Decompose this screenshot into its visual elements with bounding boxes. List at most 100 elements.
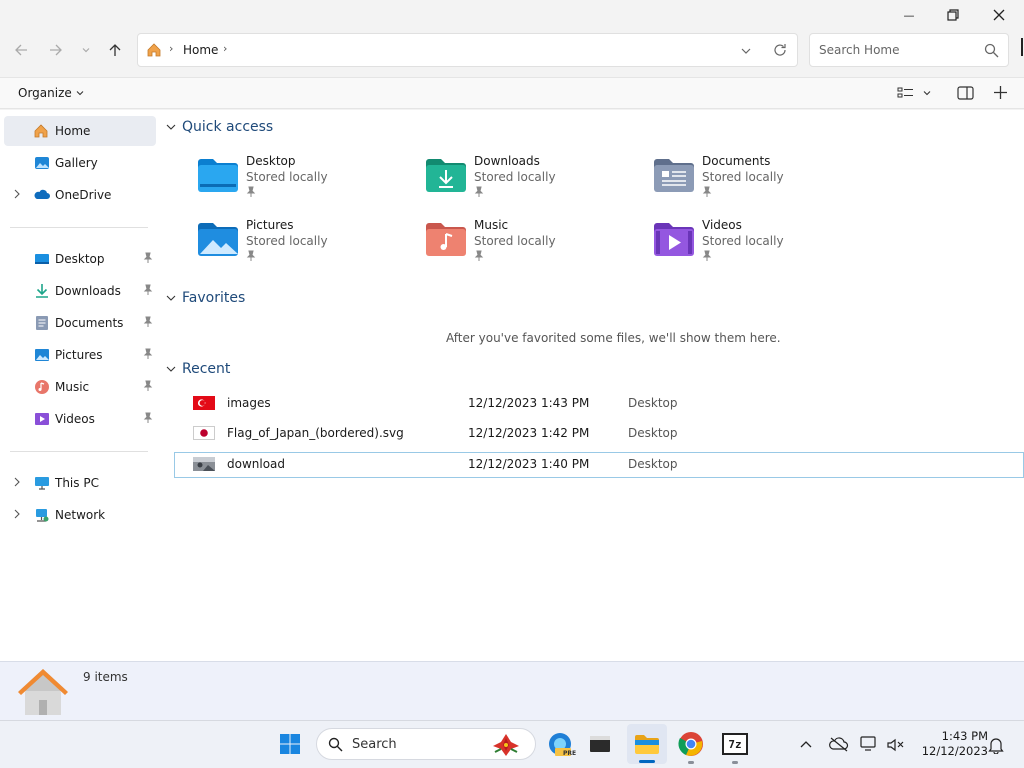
pc-icon [35,477,49,490]
sidebar-item-network[interactable]: Network [4,500,156,530]
arrow-right-icon [50,44,62,56]
quick-access-desktop[interactable]: Desktop Stored locally [196,154,416,212]
sidebar-item-home[interactable]: Home [4,116,156,146]
quick-access-pictures[interactable]: Pictures Stored locally [196,218,416,276]
onedrive-sync-icon[interactable] [829,736,849,752]
network-status-icon[interactable] [860,735,880,753]
recent-row-selected[interactable]: download 12/12/2023 1:40 PM Desktop [174,452,1024,478]
view-button[interactable] [897,85,931,101]
forward-button[interactable] [42,36,70,64]
home-icon [18,669,68,715]
sidebar-item-onedrive[interactable]: OneDrive [4,180,156,210]
favorites-header[interactable]: Favorites [166,290,245,306]
chrome-app[interactable] [671,724,711,764]
details-pane-icon[interactable] [957,86,974,100]
sidebar-item-label: Home [55,124,91,138]
sidebar-item-gallery[interactable]: Gallery [4,148,156,178]
search-box[interactable]: Search Home [809,33,1009,67]
volume-muted-icon[interactable] [886,737,904,753]
recent-row[interactable]: images 12/12/2023 1:43 PM Desktop [174,391,1024,417]
breadcrumb-chevron-icon[interactable]: › [223,42,227,55]
section-title: Recent [182,361,231,377]
organize-button[interactable]: Organize [18,86,84,100]
sidebar-item-documents[interactable]: Documents [4,308,156,338]
pin-icon[interactable] [143,380,153,392]
7zip-app[interactable]: 7z [715,724,755,764]
chevron-down-icon [82,48,90,53]
chevron-down-icon [166,366,176,372]
sidebar-item-videos[interactable]: Videos [4,404,156,434]
arrow-left-icon [15,44,27,56]
new-tab-icon[interactable] [993,85,1008,100]
file-date: 12/12/2023 1:40 PM [468,457,590,471]
pin-icon[interactable] [143,412,153,424]
quick-access-header[interactable]: Quick access [166,119,273,135]
recent-header[interactable]: Recent [166,361,230,377]
chevron-down-icon [166,124,176,130]
chevron-right-icon[interactable] [12,188,22,200]
chevron-right-icon[interactable] [12,508,22,520]
home-icon [147,43,161,57]
clock[interactable]: 1:43 PM 12/12/2023 [912,729,988,759]
pin-icon[interactable] [143,284,153,296]
clock-time: 1:43 PM [941,729,988,743]
notification-bell-icon[interactable] [988,736,1004,754]
pin-icon[interactable] [143,252,153,264]
recent-row[interactable]: Flag_of_Japan_(bordered).svg 12/12/2023 … [174,421,1024,447]
chevron-up-icon[interactable] [799,738,813,750]
close-button[interactable] [976,0,1022,30]
pin-icon [702,186,712,197]
file-name: images [227,396,271,410]
onedrive-icon [34,189,50,199]
tile-name: Desktop [246,154,296,168]
edge-preview-app[interactable]: PRE [540,724,580,764]
address-bar[interactable]: › Home › [137,33,798,67]
quick-access-music[interactable]: Music Stored locally [424,218,644,276]
sidebar-item-downloads[interactable]: Downloads [4,276,156,306]
pin-icon[interactable] [143,316,153,328]
quick-access-downloads[interactable]: Downloads Stored locally [424,154,644,212]
minimize-button[interactable]: — [886,0,932,30]
recent-locations-button[interactable] [72,36,100,64]
start-button[interactable] [270,724,310,764]
7zip-icon: 7z [722,733,748,755]
terminal-app[interactable] [580,724,620,764]
pin-icon[interactable] [143,348,153,360]
divider [10,451,148,452]
section-title: Quick access [182,119,274,135]
turkey-flag-thumbnail [193,396,215,410]
divider [10,227,148,228]
file-name: Flag_of_Japan_(bordered).svg [227,426,404,440]
section-title: Favorites [182,290,246,306]
tile-name: Pictures [246,218,294,232]
sidebar-item-label: Downloads [55,284,121,298]
navigation-pane: Home Gallery OneDrive Desktop Downloads … [0,110,158,661]
tile-subtitle: Stored locally [702,234,784,248]
sidebar-item-pictures[interactable]: Pictures [4,340,156,370]
desktop-folder-icon [198,159,238,192]
quick-access-videos[interactable]: Videos Stored locally [652,218,872,276]
sidebar-item-music[interactable]: Music [4,372,156,402]
pin-icon [702,250,712,261]
file-explorer-app[interactable] [627,724,667,764]
chevron-down-icon[interactable] [741,46,751,56]
taskbar-search[interactable]: Search [316,728,536,760]
organize-label: Organize [18,86,72,100]
tile-name: Videos [702,218,742,232]
refresh-icon[interactable] [773,43,787,57]
search-input[interactable]: Search Home [819,43,899,57]
quick-access-documents[interactable]: Documents Stored locally [652,154,872,212]
chevron-right-icon[interactable] [12,476,22,488]
sidebar-item-desktop[interactable]: Desktop [4,244,156,274]
chevron-down-icon [923,91,931,96]
sidebar-item-this-pc[interactable]: This PC [4,468,156,498]
clock-date: 12/12/2023 [921,744,988,758]
maximize-button[interactable] [930,0,976,30]
breadcrumb-home[interactable]: Home [183,43,218,57]
details-bar: 9 items [0,661,1024,720]
running-indicator [732,761,738,764]
back-button[interactable] [7,36,35,64]
breadcrumb-separator-icon: › [169,42,174,55]
up-button[interactable] [101,36,129,64]
chrome-icon [678,732,703,756]
